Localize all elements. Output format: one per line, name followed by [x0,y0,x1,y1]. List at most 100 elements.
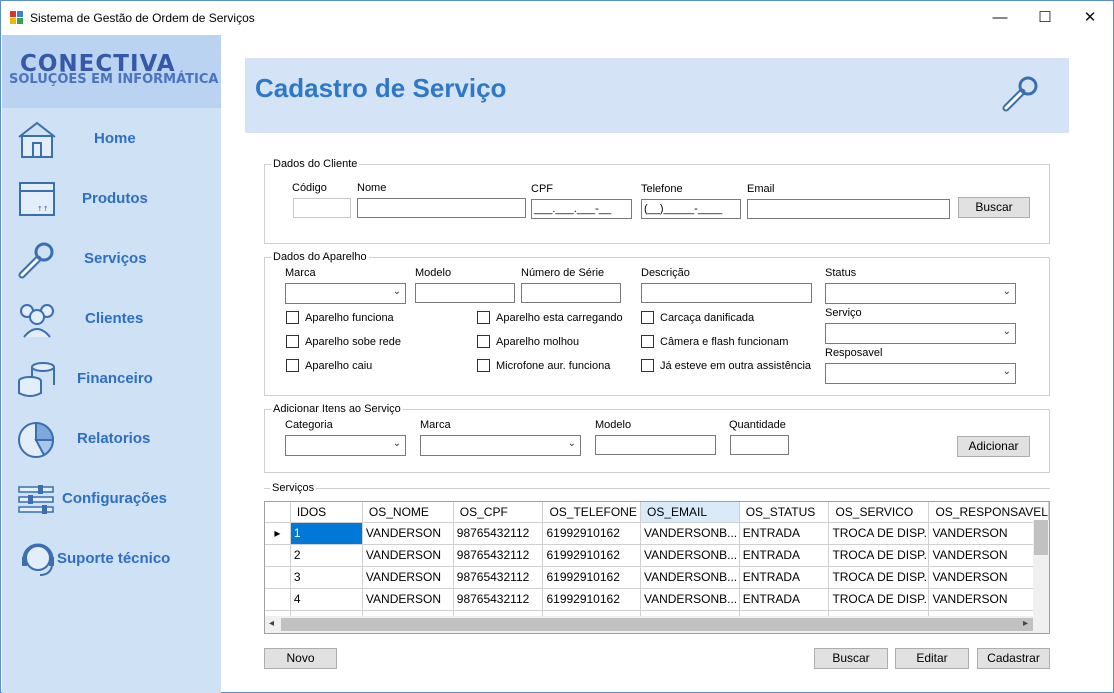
table-cell[interactable]: TROCA DE DISP... [828,566,930,589]
close-button[interactable]: ✕ [1067,1,1113,35]
table-cell[interactable]: ENTRADA [739,544,830,567]
servicos-table[interactable]: IDOS OS_NOME OS_CPF OS_TELEFONE OS_EMAIL… [264,501,1050,634]
sidebar-item-label: Serviços [84,250,147,267]
check-outra-assistencia[interactable]: Já esteve em outra assistência [641,359,811,372]
table-cell[interactable]: 61992910162 [542,566,641,589]
table-cell[interactable]: 98765432112 [453,544,544,567]
table-row[interactable]: 3 VANDERSON 98765432112 61992910162 VAND… [265,566,1049,589]
scroll-right-icon[interactable]: ▸ [1023,618,1028,629]
table-cell[interactable]: VANDERSONB... [640,522,740,545]
novo-button[interactable]: Novo [264,648,337,669]
page-title: Cadastro de Serviço [255,73,507,103]
horizontal-scroll-thumb[interactable] [281,618,1033,631]
cpf-field[interactable]: ___.___.___-__ [531,199,632,219]
sidebar-item-home[interactable]: Home [2,113,221,165]
codigo-field[interactable] [293,198,351,218]
table-cell[interactable]: 61992910162 [542,544,641,567]
serie-field[interactable] [521,283,621,303]
check-camera-flash[interactable]: Câmera e flash funcionam [641,335,788,348]
table-cell[interactable]: 98765432112 [453,566,544,589]
sidebar-item-suporte[interactable]: Suporte técnico [2,533,221,585]
adicionar-button[interactable]: Adicionar [957,436,1030,457]
table-cell[interactable]: VANDERSON [928,544,1049,567]
table-cell[interactable]: 4 [290,588,363,611]
column-header[interactable]: OS_CPF [453,502,544,523]
check-microfone-funciona[interactable]: Microfone aur. funciona [477,359,610,372]
buscar-button[interactable]: Buscar [814,648,888,669]
table-cell[interactable]: VANDERSON [362,544,454,567]
table-cell[interactable]: VANDERSON [362,566,454,589]
table-cell[interactable]: 61992910162 [542,588,641,611]
sidebar-item-produtos[interactable]: ↑↑ Produtos [2,173,221,225]
column-header[interactable]: OS_NOME [362,502,454,523]
table-cell[interactable]: ENTRADA [739,522,830,545]
table-cell[interactable]: 3 [290,566,363,589]
table-cell[interactable]: VANDERSON [928,522,1049,545]
vertical-scrollbar[interactable] [1033,520,1049,618]
table-cell[interactable]: TROCA DE DISP... [828,522,930,545]
row-header [265,544,291,567]
check-aparelho-sobe-rede[interactable]: Aparelho sobe rede [286,335,401,348]
table-cell[interactable]: 61992910162 [542,522,641,545]
column-header[interactable]: OS_TELEFONE [542,502,641,523]
home-icon [18,121,56,158]
table-cell[interactable]: VANDERSON [928,566,1049,589]
chevron-down-icon: ⌄ [392,286,401,297]
table-row[interactable]: ▸ 1 VANDERSON 98765432112 61992910162 VA… [265,522,1049,545]
table-row[interactable]: 2 VANDERSON 98765432112 61992910162 VAND… [265,544,1049,567]
table-cell[interactable]: ENTRADA [739,588,830,611]
app-icon [10,11,23,24]
column-header[interactable]: OS_SERVICO [828,502,930,523]
sidebar-item-configuracoes[interactable]: Configurações [2,473,221,525]
check-aparelho-carregando[interactable]: Aparelho esta carregando [477,311,623,324]
table-row[interactable]: 4 VANDERSON 98765432112 61992910162 VAND… [265,588,1049,611]
horizontal-scrollbar[interactable]: ◂ ▸ [265,616,1049,633]
responsavel-dropdown[interactable]: ⌄ [825,363,1016,384]
modelo-field[interactable] [415,283,515,303]
sidebar-item-label: Home [94,130,136,147]
marca-dropdown[interactable]: ⌄ [285,283,406,304]
editar-button[interactable]: Editar [895,648,969,669]
table-cell[interactable]: VANDERSONB... [640,566,740,589]
item-marca-dropdown[interactable]: ⌄ [420,435,581,456]
column-header[interactable]: OS_STATUS [739,502,830,523]
scroll-left-icon[interactable]: ◂ [269,618,274,629]
minimize-button[interactable]: — [977,1,1023,35]
categoria-dropdown[interactable]: ⌄ [285,435,406,456]
sidebar-item-financeiro[interactable]: Financeiro [2,353,221,405]
check-carcaca-danificada[interactable]: Carcaça danificada [641,311,754,324]
telefone-field[interactable]: (__)_____-____ [641,199,741,219]
email-field[interactable] [747,199,950,219]
column-header[interactable]: IDOS [290,502,363,523]
check-aparelho-caiu[interactable]: Aparelho caiu [286,359,372,372]
sidebar-item-clientes[interactable]: Clientes [2,293,221,345]
table-cell[interactable]: 2 [290,544,363,567]
status-dropdown[interactable]: ⌄ [825,283,1016,304]
sidebar-item-servicos[interactable]: Serviços [2,233,221,285]
table-cell[interactable]: TROCA DE DISP... [828,588,930,611]
column-header[interactable]: OS_EMAIL [640,502,740,523]
sidebar-item-relatorios[interactable]: Relatorios [2,413,221,465]
table-cell[interactable]: VANDERSON [362,588,454,611]
table-cell[interactable]: ENTRADA [739,566,830,589]
buscar-cliente-button[interactable]: Buscar [958,197,1030,218]
column-header[interactable]: OS_RESPONSAVEL [928,502,1049,523]
check-aparelho-funciona[interactable]: Aparelho funciona [286,311,394,324]
nome-field[interactable] [357,198,526,218]
cadastrar-button[interactable]: Cadastrar [977,648,1050,669]
table-cell[interactable]: VANDERSON [928,588,1049,611]
table-cell[interactable]: 98765432112 [453,588,544,611]
maximize-button[interactable]: ☐ [1022,1,1068,35]
table-cell[interactable]: VANDERSON [362,522,454,545]
table-cell[interactable]: TROCA DE DISP... [828,544,930,567]
table-cell[interactable]: 1 [290,522,363,545]
table-cell[interactable]: VANDERSONB... [640,588,740,611]
item-modelo-field[interactable] [595,435,716,455]
vertical-scroll-thumb[interactable] [1034,520,1048,555]
table-cell[interactable]: 98765432112 [453,522,544,545]
quantidade-field[interactable] [730,435,789,455]
descricao-field[interactable] [641,283,812,303]
servico-dropdown[interactable]: ⌄ [825,323,1016,344]
check-aparelho-molhou[interactable]: Aparelho molhou [477,335,579,348]
table-cell[interactable]: VANDERSONB... [640,544,740,567]
